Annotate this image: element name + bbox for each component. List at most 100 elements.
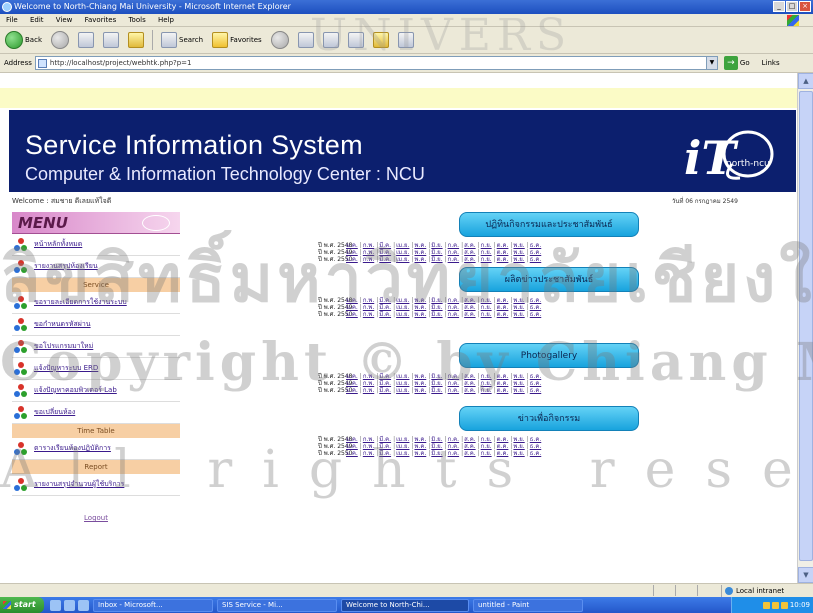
- sidebar-item[interactable]: ขอกำหนดรหัสผ่าน: [12, 314, 180, 336]
- month-link[interactable]: พ.ค.: [414, 450, 426, 457]
- month-link[interactable]: พ.ย.: [513, 380, 524, 387]
- section-button[interactable]: ปฏิทินกิจกรรมและประชาสัมพันธ์: [459, 212, 639, 237]
- month-link[interactable]: มี.ค.: [379, 304, 391, 311]
- month-link[interactable]: พ.ค.: [414, 297, 426, 304]
- start-button[interactable]: start: [0, 597, 44, 613]
- month-link[interactable]: ก.พ.: [363, 311, 374, 318]
- month-link[interactable]: มี.ค.: [379, 311, 391, 318]
- month-link[interactable]: ก.พ.: [363, 304, 374, 311]
- month-link[interactable]: ธ.ค.: [530, 311, 542, 318]
- month-link[interactable]: ก.ย.: [481, 380, 492, 387]
- maximize-button[interactable]: □: [786, 1, 798, 12]
- month-link[interactable]: ธ.ค.: [530, 373, 542, 380]
- month-link[interactable]: ต.ค.: [497, 311, 509, 318]
- sidebar-item-label[interactable]: ตารางเรียนห้องปฏิบัติการ: [34, 443, 111, 454]
- month-link[interactable]: ธ.ค.: [530, 443, 542, 450]
- section-button[interactable]: ข่าวเพื่อกิจกรรม: [459, 406, 639, 431]
- taskbar-item-inbox[interactable]: Inbox - Microsoft...: [93, 598, 213, 612]
- month-link[interactable]: มิ.ย.: [431, 387, 442, 394]
- month-link[interactable]: มิ.ย.: [431, 249, 442, 256]
- month-link[interactable]: ก.พ.: [363, 249, 374, 256]
- month-link[interactable]: ม.ค.: [346, 436, 358, 443]
- scroll-thumb[interactable]: [799, 91, 813, 561]
- go-button[interactable]: → Go: [723, 56, 750, 70]
- month-link[interactable]: พ.ค.: [414, 380, 426, 387]
- month-link[interactable]: พ.ค.: [414, 443, 426, 450]
- ie-quicklaunch-icon[interactable]: [50, 599, 61, 611]
- month-link[interactable]: พ.ค.: [414, 311, 426, 318]
- month-link[interactable]: พ.ย.: [513, 311, 524, 318]
- month-link[interactable]: ธ.ค.: [530, 242, 542, 249]
- month-link[interactable]: ต.ค.: [497, 436, 509, 443]
- forward-button[interactable]: [48, 29, 72, 51]
- month-link[interactable]: ส.ค.: [464, 256, 476, 263]
- month-link[interactable]: มี.ค.: [379, 450, 391, 457]
- month-link[interactable]: พ.ค.: [414, 242, 426, 249]
- month-link[interactable]: ม.ค.: [346, 387, 358, 394]
- month-link[interactable]: พ.ค.: [414, 304, 426, 311]
- month-link[interactable]: ก.ค.: [448, 373, 459, 380]
- month-link[interactable]: ก.ค.: [448, 311, 459, 318]
- month-link[interactable]: ม.ค.: [346, 242, 358, 249]
- scroll-up-button[interactable]: ▲: [798, 73, 813, 89]
- menu-file[interactable]: File: [6, 16, 18, 24]
- month-link[interactable]: เม.ย.: [396, 242, 409, 249]
- print-button[interactable]: [320, 29, 342, 51]
- taskbar-item-sis[interactable]: SIS Service - Mi...: [217, 598, 337, 612]
- month-link[interactable]: ธ.ค.: [530, 450, 542, 457]
- month-link[interactable]: ส.ค.: [464, 387, 476, 394]
- month-link[interactable]: ก.ย.: [481, 311, 492, 318]
- month-link[interactable]: ต.ค.: [497, 242, 509, 249]
- month-link[interactable]: ก.พ.: [363, 450, 374, 457]
- month-link[interactable]: ส.ค.: [464, 373, 476, 380]
- month-link[interactable]: ม.ค.: [346, 380, 358, 387]
- month-link[interactable]: มิ.ย.: [431, 443, 442, 450]
- sidebar-item-label[interactable]: ขอรายละเอียดการใช้งานระบบ: [34, 297, 127, 308]
- month-link[interactable]: มิ.ย.: [431, 297, 442, 304]
- month-link[interactable]: พ.ย.: [513, 297, 524, 304]
- menu-view[interactable]: View: [56, 16, 73, 24]
- month-link[interactable]: ก.ย.: [481, 450, 492, 457]
- month-link[interactable]: มี.ค.: [379, 242, 391, 249]
- month-link[interactable]: ธ.ค.: [530, 387, 542, 394]
- favorites-button[interactable]: Favorites: [209, 29, 265, 51]
- month-link[interactable]: ม.ค.: [346, 443, 358, 450]
- month-link[interactable]: ต.ค.: [497, 450, 509, 457]
- edit-button[interactable]: [345, 29, 367, 51]
- month-link[interactable]: ส.ค.: [464, 436, 476, 443]
- desktop-quicklaunch-icon[interactable]: [64, 599, 75, 611]
- month-link[interactable]: ก.ค.: [448, 436, 459, 443]
- vertical-scrollbar[interactable]: ▲ ▼: [797, 73, 813, 583]
- month-link[interactable]: ก.ย.: [481, 387, 492, 394]
- scroll-down-button[interactable]: ▼: [798, 567, 813, 583]
- month-link[interactable]: ต.ค.: [497, 249, 509, 256]
- tray-icon[interactable]: [780, 601, 788, 609]
- logout-link[interactable]: Logout: [12, 514, 180, 522]
- sidebar-item[interactable]: แจ้งปัญหาคอมพิวเตอร์ Lab: [12, 380, 180, 402]
- month-link[interactable]: ก.ค.: [448, 380, 459, 387]
- month-link[interactable]: พ.ค.: [414, 249, 426, 256]
- section-button[interactable]: ผลิตข่าวประชาสัมพันธ์: [459, 267, 639, 292]
- month-link[interactable]: ก.พ.: [363, 436, 374, 443]
- month-link[interactable]: พ.ย.: [513, 450, 524, 457]
- month-link[interactable]: มี.ค.: [379, 436, 391, 443]
- menu-tools[interactable]: Tools: [128, 16, 145, 24]
- month-link[interactable]: พ.ค.: [414, 256, 426, 263]
- month-link[interactable]: ก.ย.: [481, 249, 492, 256]
- month-link[interactable]: เม.ย.: [396, 297, 409, 304]
- month-link[interactable]: เม.ย.: [396, 443, 409, 450]
- month-link[interactable]: ต.ค.: [497, 256, 509, 263]
- home-button[interactable]: [125, 29, 147, 51]
- month-link[interactable]: ธ.ค.: [530, 380, 542, 387]
- section-button[interactable]: Photogallery: [459, 343, 639, 368]
- month-link[interactable]: มี.ค.: [379, 443, 391, 450]
- sidebar-item-label[interactable]: รายงานสรุปห้องเรียน: [34, 261, 98, 272]
- month-link[interactable]: ต.ค.: [497, 387, 509, 394]
- month-link[interactable]: มิ.ย.: [431, 242, 442, 249]
- sidebar-item[interactable]: รายงานสรุปห้องเรียน: [12, 256, 180, 278]
- sidebar-item[interactable]: แจ้งปัญหาระบบ ERD: [12, 358, 180, 380]
- month-link[interactable]: ต.ค.: [497, 304, 509, 311]
- sidebar-item-label[interactable]: แจ้งปัญหาระบบ ERD: [34, 363, 98, 374]
- sidebar-item[interactable]: หน้าหลักทั้งหมด: [12, 234, 180, 256]
- month-link[interactable]: ก.ย.: [481, 443, 492, 450]
